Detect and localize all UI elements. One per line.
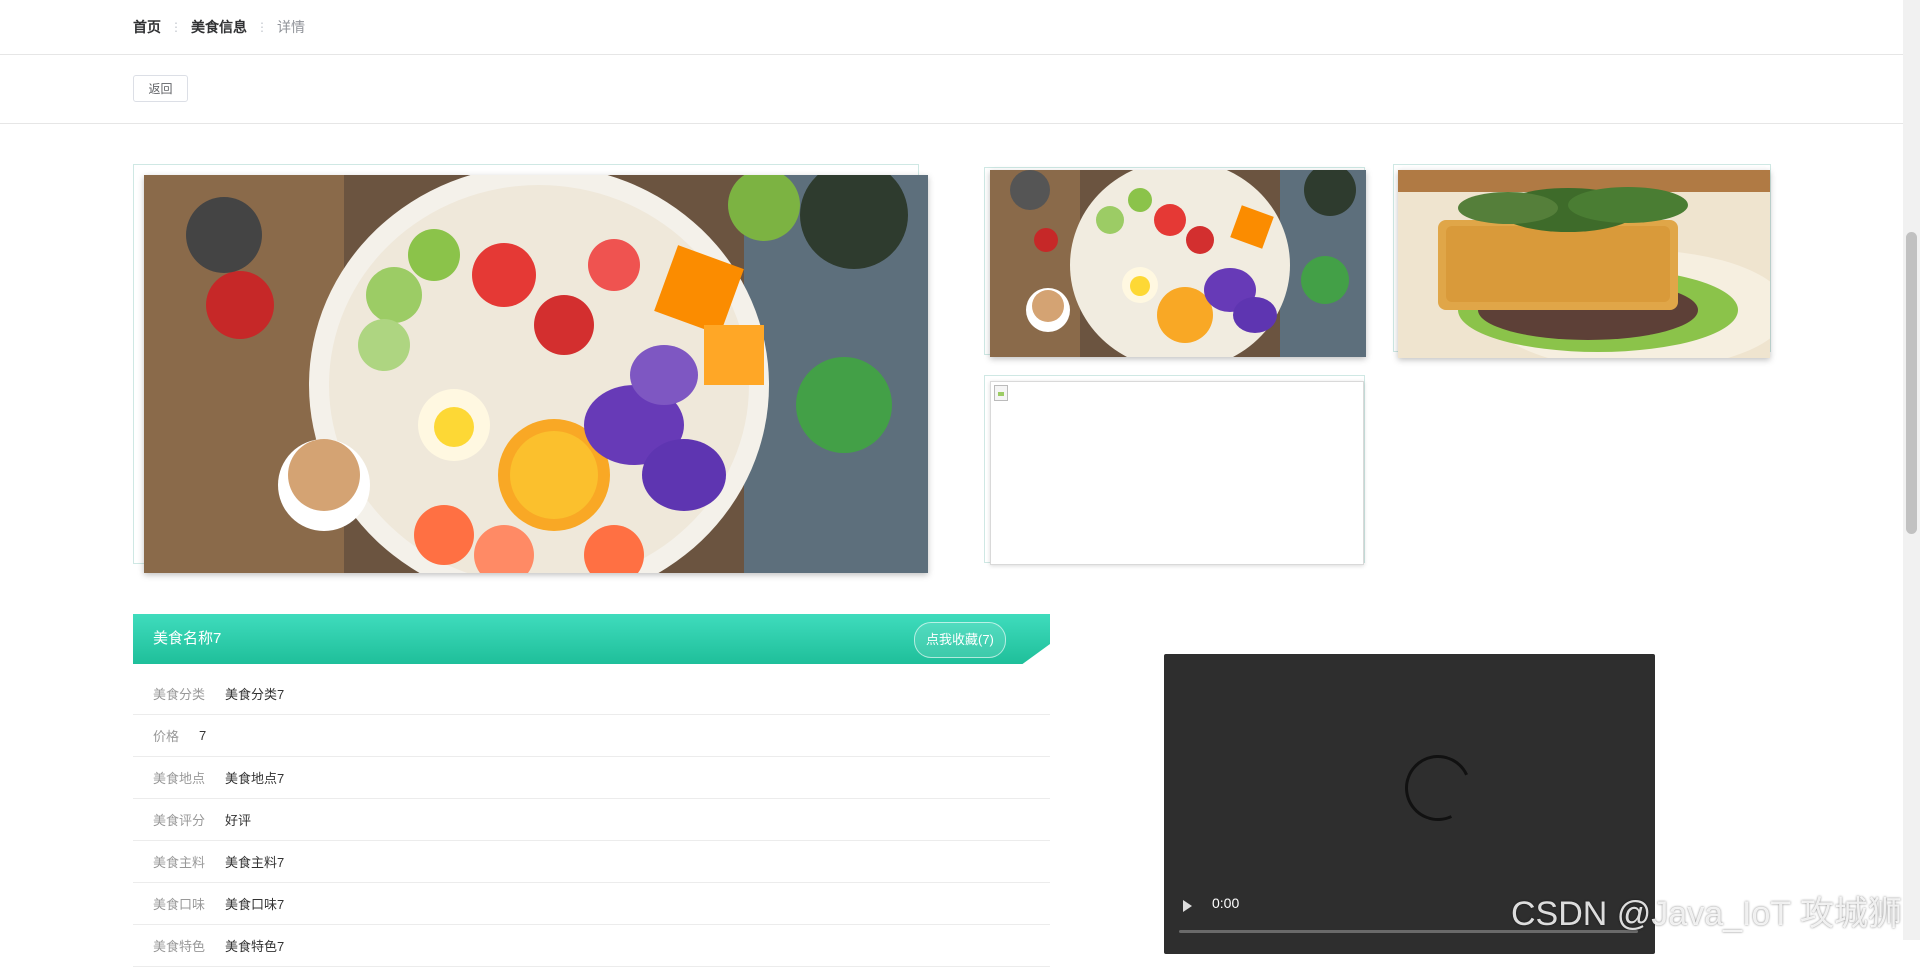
thumbnail-image[interactable] — [1398, 170, 1770, 358]
breadcrumb-separator: ⋮ — [170, 20, 182, 34]
food-title: 美食名称7 — [153, 630, 222, 647]
row-label: 美食口味 — [153, 897, 206, 912]
divider — [0, 123, 1903, 124]
breadcrumb-section[interactable]: 美食信息 — [191, 17, 247, 37]
row-label: 美食分类 — [153, 687, 206, 702]
favorite-button[interactable]: 点我收藏(7) — [914, 622, 1006, 658]
breadcrumb-home[interactable]: 首页 — [133, 17, 161, 37]
broken-image-icon — [994, 385, 1008, 401]
detail-row: 价格 7 — [133, 715, 1050, 757]
row-value: 美食分类7 — [225, 687, 285, 702]
row-value: 好评 — [225, 813, 252, 828]
detail-row: 美食口味 美食口味7 — [133, 883, 1050, 925]
scrollbar-thumb[interactable] — [1906, 232, 1917, 534]
breadcrumb: 首页 ⋮ 美食信息 ⋮ 详情 — [133, 16, 305, 38]
row-label: 美食评分 — [153, 813, 206, 828]
detail-row: 美食地点 美食地点7 — [133, 757, 1050, 799]
broken-image — [990, 381, 1364, 565]
detail-list: 美食分类 美食分类7 价格 7 美食地点 美食地点7 美食评分 好评 美食主料 … — [133, 673, 1050, 967]
row-value: 美食口味7 — [225, 897, 285, 912]
row-label: 美食主料 — [153, 855, 206, 870]
watermark: CSDN @Java_IoT 攻城狮 — [1511, 895, 1902, 933]
thumbnail-image[interactable] — [990, 170, 1366, 357]
video-time: 0:00 — [1212, 895, 1240, 911]
loading-spinner-icon — [1395, 745, 1481, 831]
breadcrumb-current: 详情 — [277, 19, 305, 35]
detail-row: 美食分类 美食分类7 — [133, 673, 1050, 715]
play-icon[interactable] — [1183, 900, 1192, 912]
row-value: 美食特色7 — [225, 939, 285, 954]
row-value: 7 — [199, 728, 207, 743]
detail-row: 美食主料 美食主料7 — [133, 841, 1050, 883]
row-label: 美食特色 — [153, 939, 206, 954]
detail-row: 美食特色 美食特色7 — [133, 925, 1050, 967]
row-label: 美食地点 — [153, 771, 206, 786]
main-food-image — [144, 175, 928, 573]
detail-title-bar: 美食名称7 点我收藏(7) — [133, 614, 1050, 664]
detail-row: 美食评分 好评 — [133, 799, 1050, 841]
row-value: 美食地点7 — [225, 771, 285, 786]
breadcrumb-separator: ⋮ — [256, 20, 268, 34]
row-label: 价格 — [153, 729, 180, 744]
divider — [0, 54, 1903, 55]
page-scrollbar[interactable] — [1903, 0, 1920, 940]
back-button[interactable]: 返回 — [133, 75, 188, 102]
row-value: 美食主料7 — [225, 855, 285, 870]
